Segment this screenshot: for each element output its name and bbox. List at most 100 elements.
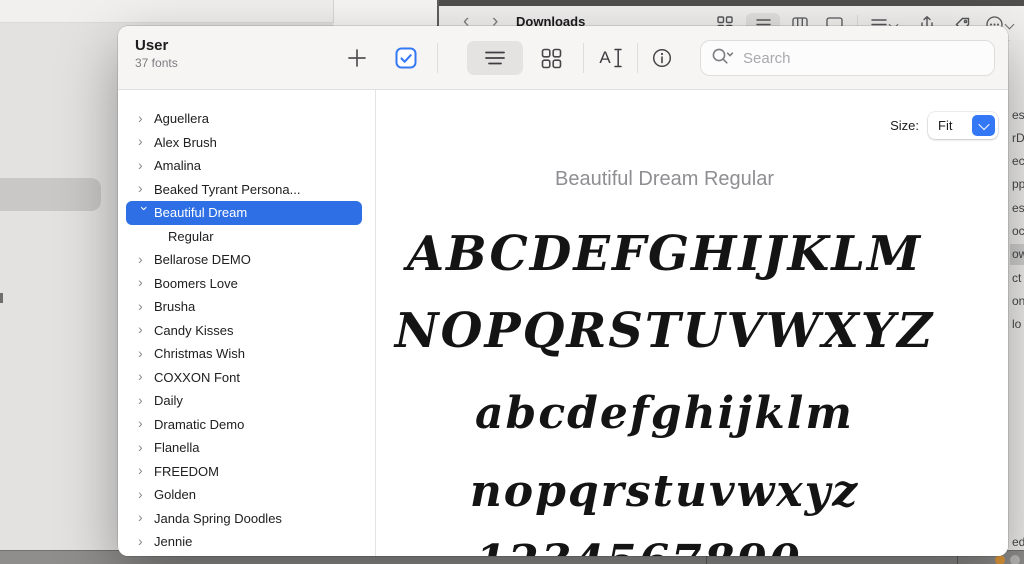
specimen-row: 1234567890... — [377, 536, 952, 556]
toolbar-separator — [637, 43, 638, 73]
font-label: Beaked Tyrant Persona... — [154, 182, 300, 197]
font-label: Regular — [168, 229, 214, 244]
search-input[interactable] — [741, 49, 984, 68]
sidebar-font-beaked-tyrant-persona[interactable]: ›Beaked Tyrant Persona... — [126, 178, 362, 202]
sidebar-font-golden[interactable]: ›Golden — [126, 483, 362, 507]
chevron-down-icon — [978, 118, 989, 129]
font-label: Amalina — [154, 158, 201, 173]
toolbar-separator — [583, 43, 584, 73]
sidebar-font-bellarose-demo[interactable]: ›Bellarose DEMO — [126, 248, 362, 272]
font-label: Candy Kisses — [154, 323, 233, 338]
font-label: COXXON Font — [154, 370, 240, 385]
list-view-button[interactable] — [467, 41, 523, 75]
finder-file-row-fragment[interactable]: ec — [1010, 151, 1024, 172]
disclosure-chevron-icon[interactable]: › — [138, 158, 152, 172]
background-left-selected-item[interactable] — [0, 178, 101, 211]
validate-checkbox-button[interactable] — [392, 44, 420, 72]
disclosure-chevron-icon[interactable]: › — [138, 487, 152, 501]
sidebar-style-regular[interactable]: Regular — [126, 225, 362, 249]
sidebar-font-christmas-wish[interactable]: ›Christmas Wish — [126, 342, 362, 366]
sample-text-button[interactable]: A — [594, 44, 628, 72]
library-header: User 37 fonts — [135, 37, 178, 70]
sidebar-font-brusha[interactable]: ›Brusha — [126, 295, 362, 319]
finder-file-row-fragment[interactable]: on — [1010, 291, 1024, 312]
font-label: Flanella — [154, 440, 200, 455]
sidebar-font-freedom[interactable]: ›FREEDOM — [126, 460, 362, 484]
finder-file-row-fragment[interactable]: rD — [1010, 128, 1024, 149]
sidebar-font-alex-brush[interactable]: ›Alex Brush — [126, 131, 362, 155]
disclosure-chevron-icon[interactable]: › — [138, 134, 152, 148]
toolbar-separator — [437, 43, 438, 73]
disclosure-chevron-icon[interactable]: › — [138, 534, 152, 548]
sidebar-font-beautiful-dream[interactable]: ›Beautiful Dream — [126, 201, 362, 225]
specimen-row: NOPQRSTUVWXYZ — [377, 303, 952, 361]
font-label: Janda Spring Doodles — [154, 511, 282, 526]
search-icon — [711, 47, 734, 70]
finder-file-list-strip: esrDecppesocowctonloed — [1010, 40, 1024, 552]
font-list-sidebar: ›Aguellera›Alex Brush›Amalina›Beaked Tyr… — [118, 90, 376, 556]
grid-view-button[interactable] — [537, 44, 565, 72]
library-name: User — [135, 37, 178, 54]
sidebar-font-boomers-love[interactable]: ›Boomers Love — [126, 272, 362, 296]
add-fonts-button[interactable] — [343, 44, 371, 72]
disclosure-chevron-icon[interactable]: › — [138, 416, 152, 430]
disclosure-chevron-icon[interactable]: › — [138, 181, 152, 195]
disclosure-chevron-icon[interactable]: › — [138, 252, 152, 266]
disclosure-chevron-icon[interactable]: › — [138, 111, 152, 125]
fontbook-window: User 37 fonts — [118, 26, 1008, 556]
font-label: FREEDOM — [154, 464, 219, 479]
disclosure-chevron-icon[interactable]: › — [138, 510, 152, 524]
disclosure-chevron-icon[interactable]: › — [138, 369, 152, 383]
font-specimen: Beautiful Dream Regular ABCDEFGHIJKLM NOP… — [377, 90, 952, 556]
font-label: Golden — [154, 487, 196, 502]
size-dropdown-button[interactable] — [972, 115, 995, 136]
fontbook-toolbar: User 37 fonts — [118, 26, 1008, 90]
background-left-item-fragment — [0, 293, 3, 303]
disclosure-chevron-icon[interactable]: › — [138, 463, 152, 477]
disclosure-chevron-icon[interactable]: › — [138, 440, 152, 454]
finder-file-row-fragment[interactable]: es — [1010, 105, 1024, 126]
search-field[interactable] — [700, 40, 995, 76]
specimen-row: ABCDEFGHIJKLM — [377, 226, 952, 284]
sidebar-font-flanella[interactable]: ›Flanella — [126, 436, 362, 460]
disclosure-chevron-icon[interactable]: › — [138, 275, 152, 289]
sidebar-font-aguellera[interactable]: ›Aguellera — [126, 107, 362, 131]
specimen-row: nopqrstuvwxyz — [377, 466, 952, 519]
font-label: Christmas Wish — [154, 346, 245, 361]
sidebar-font-candy-kisses[interactable]: ›Candy Kisses — [126, 319, 362, 343]
font-label: Daily — [154, 393, 183, 408]
finder-file-row-fragment[interactable]: pp — [1010, 174, 1024, 195]
background-left-window-toolbar — [0, 0, 334, 23]
font-label: Aguellera — [154, 111, 209, 126]
font-label: Beautiful Dream — [154, 205, 247, 220]
font-label: Alex Brush — [154, 135, 217, 150]
disclosure-chevron-icon[interactable]: › — [138, 299, 152, 313]
sidebar-font-amalina[interactable]: ›Amalina — [126, 154, 362, 178]
font-preview-pane: Size: Fit Beautiful Dream Regular ABCDEF… — [377, 90, 1008, 556]
sidebar-font-coxxon-font[interactable]: ›COXXON Font — [126, 366, 362, 390]
specimen-row: abcdefghijklm — [377, 388, 952, 441]
disclosure-chevron-icon[interactable]: › — [138, 322, 152, 336]
sidebar-font-dramatic-demo[interactable]: ›Dramatic Demo — [126, 413, 362, 437]
sidebar-font-janda-spring-doodles[interactable]: ›Janda Spring Doodles — [126, 507, 362, 531]
font-label: Jennie — [154, 534, 192, 549]
background-dock-fragment — [1010, 555, 1020, 564]
library-font-count: 37 fonts — [135, 56, 178, 70]
disclosure-chevron-icon[interactable]: › — [138, 206, 152, 220]
finder-file-row-fragment[interactable]: lo — [1010, 314, 1024, 335]
font-label: Bellarose DEMO — [154, 252, 251, 267]
disclosure-chevron-icon[interactable]: › — [138, 346, 152, 360]
background-folder-icon — [995, 555, 1005, 564]
info-button[interactable] — [648, 44, 676, 72]
screen: ‹ › Downloads — [0, 0, 1024, 564]
sidebar-font-daily[interactable]: ›Daily — [126, 389, 362, 413]
font-label: Boomers Love — [154, 276, 238, 291]
specimen-title: Beautiful Dream Regular — [377, 168, 952, 191]
finder-file-row-fragment[interactable]: ow — [1010, 244, 1024, 265]
finder-file-row-fragment[interactable]: ct — [1010, 268, 1024, 289]
font-label: Brusha — [154, 299, 195, 314]
sidebar-font-jennie[interactable]: ›Jennie — [126, 530, 362, 554]
disclosure-chevron-icon[interactable]: › — [138, 393, 152, 407]
finder-file-row-fragment[interactable]: es — [1010, 198, 1024, 219]
finder-file-row-fragment[interactable]: oc — [1010, 221, 1024, 242]
